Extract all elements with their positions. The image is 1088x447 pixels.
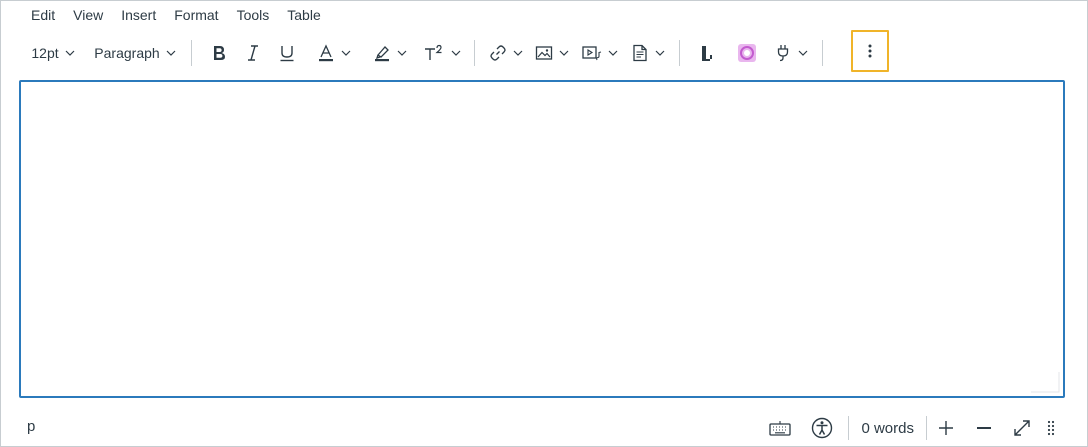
menu-edit[interactable]: Edit [21,5,63,25]
rich-text-editor: Edit View Insert Format Tools Table 12pt… [0,0,1088,447]
accessibility-icon [812,417,833,439]
image-button[interactable] [531,37,573,69]
more-options-button[interactable] [851,30,889,72]
block-format-value: Paragraph [94,45,160,61]
media-button[interactable] [577,37,623,69]
keyboard-shortcuts-button[interactable] [762,412,798,444]
superscript-button[interactable] [420,37,464,69]
menu-table[interactable]: Table [277,5,328,25]
text-color-button[interactable] [310,37,358,69]
highlight-color-button[interactable] [366,37,414,69]
media-icon [582,46,602,61]
more-vertical-icon [868,44,872,58]
link-icon [490,45,506,61]
italic-icon [248,45,258,61]
underline-icon [280,46,294,62]
menu-tools[interactable]: Tools [227,5,278,25]
equation-icon [702,46,712,61]
chevron-down-icon [513,50,523,56]
element-path[interactable]: p [27,418,35,435]
bold-button[interactable] [202,37,236,69]
chevron-down-icon [608,50,618,56]
keyboard-icon [769,421,792,436]
status-bar-actions: 0 words [762,411,1061,445]
minus-icon [977,427,991,429]
app-icon [738,44,756,62]
chevron-down-icon [559,50,569,56]
menubar: Edit View Insert Format Tools Table [21,5,329,25]
chevron-down-icon [397,50,407,56]
word-count[interactable]: 0 words [849,420,926,437]
italic-button[interactable] [236,37,270,69]
fullscreen-button[interactable] [1003,412,1041,444]
status-bar: p 0 words [1,411,1087,445]
apps-plugin-button[interactable] [770,37,812,69]
editor-content-area[interactable] [19,80,1065,398]
image-icon [535,46,553,60]
chevron-down-icon [65,50,75,56]
bold-icon [214,46,225,60]
chevron-down-icon [798,50,808,56]
link-button[interactable] [485,37,527,69]
chevron-down-icon [451,50,461,56]
toolbar-divider [822,40,823,66]
app-button[interactable] [728,37,766,69]
underline-button[interactable] [270,37,304,69]
toolbar-divider [191,40,192,66]
chevron-down-icon [655,50,665,56]
resize-corner-icon [1031,372,1060,393]
superscript-icon [425,44,442,60]
expand-icon [1014,420,1030,436]
document-button[interactable] [627,37,669,69]
resize-handle[interactable] [1041,412,1061,444]
highlight-icon [375,46,389,62]
menu-view[interactable]: View [63,5,111,25]
equation-button[interactable] [690,37,724,69]
menu-insert[interactable]: Insert [111,5,164,25]
plus-icon [939,421,953,435]
document-icon [633,44,647,62]
accessibility-checker-button[interactable] [802,412,842,444]
block-format-select[interactable]: Paragraph [89,37,181,69]
toolbar-divider [474,40,475,66]
chevron-down-icon [341,50,351,56]
text-color-icon [319,44,333,62]
menu-format[interactable]: Format [164,5,226,25]
toolbar-divider [679,40,680,66]
font-size-select[interactable]: 12pt [25,37,81,69]
font-size-value: 12pt [31,45,59,61]
zoom-out-button[interactable] [965,412,1003,444]
chevron-down-icon [166,50,176,56]
toolbar: 12pt Paragraph [25,33,833,73]
plugin-icon [777,45,789,62]
drag-handle-icon [1047,420,1055,436]
zoom-in-button[interactable] [927,412,965,444]
